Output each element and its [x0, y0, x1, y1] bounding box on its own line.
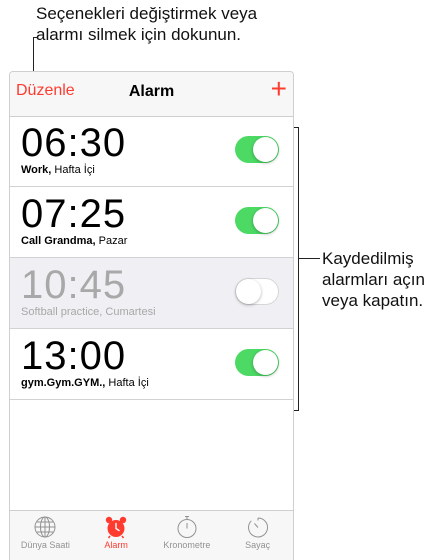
navigation-bar: Düzenle Alarm + [10, 72, 293, 117]
page-title: Alarm [128, 83, 175, 100]
toggle-knob [253, 137, 278, 162]
timer-icon [247, 517, 268, 538]
alarm-row[interactable]: 10:45 Softball practice, Cumartesi [10, 258, 293, 329]
alarm-label: Call Grandma, Pazar [21, 235, 127, 247]
alarm-toggle[interactable] [235, 349, 279, 376]
tab-timer[interactable]: Sayaç [222, 511, 293, 560]
alarm-toggle[interactable] [235, 278, 279, 305]
alarm-row[interactable]: 07:25 Call Grandma, Pazar [10, 187, 293, 258]
add-alarm-button[interactable]: + [271, 74, 287, 104]
toggle-knob [236, 279, 261, 304]
tab-label: Sayaç [245, 540, 271, 550]
callout-edit-leader-tick [33, 37, 38, 38]
toggle-knob [253, 350, 278, 375]
alarm-time: 06:30 [21, 121, 127, 165]
alarm-name: gym.Gym.GYM., [21, 377, 106, 389]
callout-edit-line2: alarmı silmek için dokunun. [36, 25, 242, 44]
alarm-repeat: Hafta İçi [108, 377, 149, 389]
tab-world-clock[interactable]: Dünya Saati [10, 511, 81, 560]
tab-bar: Dünya Saati Alarm Kronometre Sayaç [10, 510, 293, 560]
tab-stopwatch[interactable]: Kronometre [152, 511, 223, 560]
tab-label: Kronometre [163, 540, 211, 550]
tab-alarm[interactable]: Alarm [81, 511, 152, 560]
alarm-repeat: Cumartesi [105, 306, 156, 318]
alarm-row[interactable]: 06:30 Work, Hafta İçi [10, 116, 293, 187]
callout-toggle-line2: alarmları açın [322, 270, 425, 289]
alarm-label: Work, Hafta İçi [21, 164, 95, 176]
callout-toggle-line3: veya kapatın. [322, 291, 424, 310]
alarm-toggle[interactable] [235, 136, 279, 163]
alarm-name: Call Grandma, [21, 235, 96, 247]
alarm-time: 13:00 [21, 334, 127, 378]
alarm-row[interactable]: 13:00 gym.Gym.GYM., Hafta İçi [10, 329, 293, 400]
alarm-toggle[interactable] [235, 207, 279, 234]
alarm-name: Softball practice, [21, 306, 103, 318]
globe-icon [34, 516, 56, 538]
alarm-label: Softball practice, Cumartesi [21, 306, 156, 318]
callout-edit-line1: Seçenekleri değiştirmek veya [36, 4, 258, 23]
callout-edit-hint: Seçenekleri değiştirmek veya alarmı silm… [36, 3, 336, 45]
callout-toggle-line1: Kaydedilmiş [322, 249, 414, 268]
phone-screen: Düzenle Alarm + 06:30 Work, Hafta İçi 07… [9, 71, 294, 560]
callout-bracket-vertical [298, 127, 299, 411]
alarm-label: gym.Gym.GYM., Hafta İçi [21, 377, 149, 389]
tab-label: Alarm [104, 540, 128, 550]
stopwatch-icon [177, 516, 197, 538]
alarm-clock-icon [105, 516, 127, 539]
alarm-time: 07:25 [21, 192, 127, 236]
alarm-repeat: Hafta İçi [54, 164, 95, 176]
alarm-repeat: Pazar [98, 235, 128, 247]
callout-bracket-pointer [298, 258, 320, 259]
callout-toggle-hint: Kaydedilmiş alarmları açın veya kapatın. [322, 248, 447, 311]
alarm-time: 10:45 [21, 263, 127, 307]
alarm-name: Work, [21, 164, 52, 176]
tab-label: Dünya Saati [20, 540, 70, 550]
toggle-knob [253, 208, 278, 233]
